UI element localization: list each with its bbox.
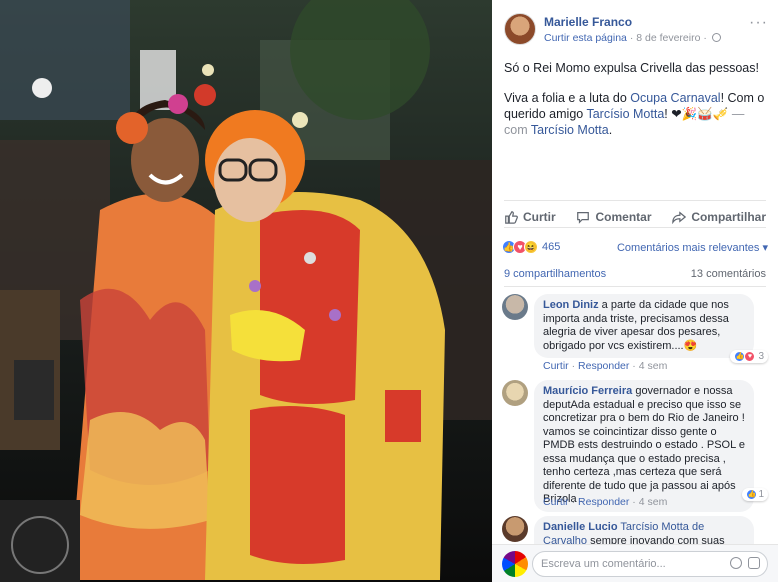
comment-reaction-count: 3	[758, 351, 764, 362]
comment-item: Danielle Lucio Tarcísio Motta de Carvalh…	[502, 516, 768, 546]
reactions-bar: 👍 ♥ 😆 465 Comentários mais relevantes ▾	[502, 238, 768, 256]
tagged-user-link[interactable]: Tarcísio Motta	[586, 107, 664, 121]
commenter-avatar[interactable]	[502, 516, 528, 542]
haha-reaction-icon[interactable]: 😆	[524, 240, 538, 254]
comment-time[interactable]: 4 sem	[639, 496, 668, 508]
comment-button-label: Comentar	[595, 209, 652, 224]
comment-reply-link[interactable]: Responder	[578, 496, 629, 508]
comment-like-link[interactable]: Curtir	[543, 360, 569, 372]
author-name[interactable]: Marielle Franco	[544, 15, 632, 29]
post-emojis: ❤🎉🥁🎺	[671, 107, 729, 121]
like-reaction-icon: 👍	[746, 489, 758, 500]
camera-icon[interactable]	[748, 557, 760, 569]
thumbs-up-icon	[505, 210, 518, 224]
comment-footer: Curtir · Responder · 4 sem	[543, 496, 668, 508]
comment-reply-link[interactable]: Responder	[578, 360, 629, 372]
post-text: Só o Rei Momo expulsa Crivella das pesso…	[492, 52, 778, 138]
like-button-label: Curtir	[523, 209, 556, 224]
photo-illustration	[0, 0, 492, 582]
share-button-label: Compartilhar	[691, 209, 766, 224]
post-line-1: Só o Rei Momo expulsa Crivella das pesso…	[504, 61, 759, 75]
emoji-icon[interactable]	[730, 557, 742, 569]
post-date[interactable]: 8 de fevereiro	[636, 32, 700, 44]
facebook-photo-viewer: Marielle Franco Curtir esta página · 8 d…	[0, 0, 778, 582]
post-period: .	[608, 123, 613, 137]
more-options-icon[interactable]: ···	[749, 14, 768, 32]
love-reaction-icon: ♥	[744, 351, 756, 362]
globe-icon	[711, 33, 721, 42]
comment-bubble: Maurício Ferreira governador e nossa dep…	[534, 380, 754, 512]
hashtag-link[interactable]: Ocupa Carnaval	[630, 91, 720, 105]
meta-separator: ·	[629, 32, 634, 44]
comment-time[interactable]: 4 sem	[639, 360, 668, 372]
share-arrow-icon	[672, 210, 687, 224]
like-button[interactable]: Curtir	[504, 206, 556, 227]
current-user-avatar[interactable]	[502, 551, 528, 577]
comment-sort-dropdown[interactable]: Comentários mais relevantes ▾	[617, 241, 768, 254]
shares-count[interactable]: 9 compartilhamentos	[504, 268, 606, 280]
post-photo[interactable]	[0, 0, 492, 582]
author-avatar[interactable]	[504, 13, 536, 45]
comments-count[interactable]: 13 comentários	[691, 268, 766, 280]
like-page-link[interactable]: Curtir esta página	[544, 32, 627, 44]
post-stats: 9 compartilhamentos 13 comentários	[504, 268, 766, 287]
post-meta: Curtir esta página · 8 de fevereiro ·	[544, 32, 721, 44]
with-user-link[interactable]: Tarcísio Motta	[531, 123, 609, 137]
post-side-panel: Marielle Franco Curtir esta página · 8 d…	[492, 0, 778, 582]
comment-bubble: Leon Diniz a parte da cidade que nos imp…	[534, 294, 754, 358]
commenter-avatar[interactable]	[502, 294, 528, 320]
commenter-name[interactable]: Leon Diniz	[543, 299, 599, 311]
composer-icons	[730, 557, 760, 569]
comment-reactions[interactable]: 👍 ♥ 3	[730, 350, 768, 363]
comment-item: Maurício Ferreira governador e nossa dep…	[502, 380, 768, 512]
comment-item: Leon Diniz a parte da cidade que nos imp…	[502, 294, 768, 374]
post-actions: Curtir Comentar Compartilhar	[504, 200, 766, 228]
post-line-2: Viva a folia e a luta do Ocupa Carnaval!…	[504, 90, 766, 138]
meta-separator-2: ·	[703, 32, 707, 44]
comment-footer: Curtir · Responder · 4 sem	[543, 360, 668, 372]
comment-composer: Escreva um comentário...	[492, 544, 778, 582]
commenter-name[interactable]: Maurício Ferreira	[543, 385, 632, 397]
comment-bubble: Danielle Lucio Tarcísio Motta de Carvalh…	[534, 516, 754, 546]
commenter-avatar[interactable]	[502, 380, 528, 406]
comment-like-link[interactable]: Curtir	[543, 496, 569, 508]
reaction-count[interactable]: 465	[542, 241, 560, 253]
commenter-name[interactable]: Danielle Lucio	[543, 521, 618, 533]
post-header: Marielle Franco Curtir esta página · 8 d…	[492, 0, 778, 52]
speech-bubble-icon	[577, 211, 590, 224]
comment-button[interactable]: Comentar	[576, 206, 652, 227]
share-button[interactable]: Compartilhar	[672, 206, 766, 227]
comment-reactions[interactable]: 👍 1	[742, 488, 768, 501]
post-text-a: Viva a folia e a luta do	[504, 91, 631, 105]
comment-reaction-count: 1	[758, 489, 764, 500]
comment-text: governador e nossa deputAda estadual e p…	[543, 385, 745, 505]
